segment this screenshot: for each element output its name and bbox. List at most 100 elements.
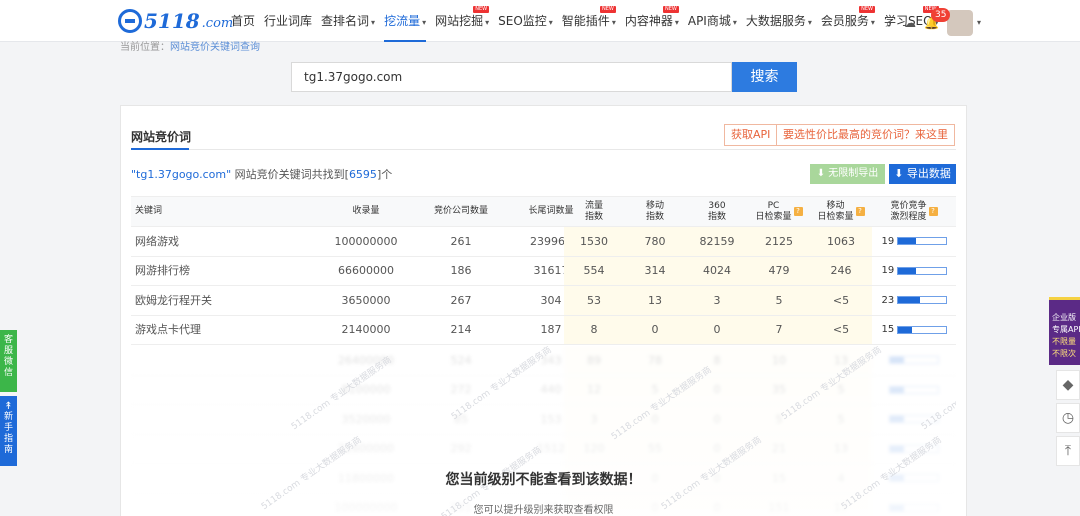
nav-item-label: 会员服务 [820, 14, 869, 28]
compete-bar [896, 237, 947, 246]
cell-value: 314 [644, 264, 666, 278]
cost-effective-promo-button[interactable]: 要选性价比最高的竞价词？来这里 [776, 124, 955, 146]
logo[interactable]: 5118 .com [118, 8, 233, 34]
column-header[interactable]: 360 指数 [686, 197, 748, 226]
column-header-label: 竞价公司数量 [433, 206, 488, 216]
search-button[interactable]: 搜索 [732, 62, 797, 92]
compete-value: 19 [881, 265, 895, 277]
new-badge: NEW [859, 6, 875, 13]
nav-item-0[interactable]: 首页 [231, 0, 255, 42]
table-row: 游戏点卡代理 2140000 214 187 8 0 0 7 <5 15 [131, 315, 956, 345]
chevron-down-icon: ▾ [611, 18, 616, 27]
chevron-down-icon: ▾ [422, 18, 427, 27]
table-cell-kw[interactable]: 欧姆龙行程开关 [131, 286, 301, 315]
cell-value: 267 [450, 293, 472, 307]
column-header[interactable]: 移动 日检索量? [810, 197, 872, 226]
compete-bar-fill [897, 267, 916, 274]
locked-subtitle: 您可以提升级别来获取查看权限 [473, 505, 614, 516]
search-input[interactable] [291, 62, 732, 92]
cell-value: 304 [540, 293, 562, 307]
table-header: 关键词 收录量 竞价公司数量 长尾词数量 流量 指数 移动 指数 360 指数 PC 日检索量… [131, 196, 956, 227]
chevron-down-icon: ▾ [485, 18, 490, 27]
service-wechat-tab[interactable]: 客服微信 [0, 330, 17, 392]
chevron-down-icon: ▾ [732, 18, 737, 27]
nav-item-10[interactable]: 会员服务 ▾ NEW [821, 0, 875, 42]
column-header[interactable]: PC 日检索量? [748, 197, 810, 226]
compete-value: 23 [881, 294, 895, 306]
nav-item-6[interactable]: 智能插件 ▾ NEW [562, 0, 616, 42]
table-row: 欧姆龙行程开关 3650000 267 304 53 13 3 5 <5 23 [131, 286, 956, 316]
nav-item-label: 查排名词 [321, 14, 370, 28]
nav-item-label: 智能插件 [561, 14, 610, 28]
compete-value: 19 [881, 235, 895, 247]
nav-item-1[interactable]: 行业词库 [264, 0, 312, 42]
panel-title: 网站竞价词 [131, 130, 192, 144]
bidding-keywords-panel: 网站竞价词 获取API 要选性价比最高的竞价词？来这里 "tg1.37gogo.… [120, 105, 967, 516]
nav-item-4[interactable]: 网站挖掘 ▾ NEW [435, 0, 490, 42]
enterprise-promo[interactable]: 企业版 专属API 不限量 不限次 [1049, 297, 1080, 365]
chevron-down-icon: ▾ [807, 18, 812, 27]
table-cell-mobile: 0 [624, 315, 686, 344]
unlimited-export-button[interactable]: ⬇ 无限制导出 [810, 164, 885, 184]
table-cell-kw[interactable]: 游戏点卡代理 [131, 316, 301, 345]
help-icon[interactable]: ? [793, 207, 803, 216]
cell-value: 100000000 [334, 234, 398, 248]
table-cell-mobile_daily: 246 [810, 256, 872, 285]
chevron-down-icon: ▾ [674, 18, 679, 27]
main-menu: 首页 行业词库 查排名词 ▾ 挖流量 ▾ 网站挖掘 ▾ NEW SEO监控 ▾ 智能插件 ▾ NEW 内容神… [231, 0, 948, 42]
top-navigation-bar: 5118 .com 首页 行业词库 查排名词 ▾ 挖流量 ▾ 网站挖掘 ▾ NEW SEO监控 ▾ 智… [0, 0, 1080, 42]
table-cell-kw[interactable]: 网游排行榜 [131, 257, 301, 286]
nav-item-9[interactable]: 大数据服务 ▾ [746, 0, 812, 42]
search-icon[interactable]: ⌕ [882, 16, 896, 30]
cell-value: 214 [450, 323, 472, 337]
table-cell-compete: 15 [872, 316, 956, 345]
back-to-top-icon[interactable]: ⤒ [1056, 436, 1080, 466]
nav-item-7[interactable]: 内容神器 ▾ NEW [625, 0, 679, 42]
nav-item-8[interactable]: API商城 ▾ [688, 0, 737, 42]
summary-domain[interactable]: "tg1.37gogo.com" [131, 168, 231, 181]
nav-item-3[interactable]: 挖流量 ▾ [384, 0, 427, 42]
nav-item-2[interactable]: 查排名词 ▾ [321, 0, 375, 42]
cell-value: 261 [450, 234, 472, 248]
cell-value: 554 [583, 264, 605, 278]
breadcrumb-link[interactable]: 网站竞价关键词查询 [170, 42, 260, 53]
column-header[interactable]: 竞价竞争 激烈程度? [872, 197, 956, 226]
compete-bar-fill [897, 297, 920, 304]
help-icon[interactable]: ? [855, 207, 865, 216]
help-icon[interactable]: ? [928, 207, 938, 216]
cell-value: <5 [832, 293, 850, 307]
table-cell-s360: 82159 [686, 227, 748, 256]
table-cell-s360: 0 [686, 315, 748, 344]
chevron-down-icon[interactable]: ▾ [975, 16, 983, 30]
logo-number: 5118 [144, 9, 200, 33]
nav-item-5[interactable]: SEO监控 ▾ [498, 0, 553, 42]
get-api-button[interactable]: 获取API [724, 124, 778, 146]
table-cell-s360: 4024 [686, 256, 748, 285]
cell-value: 欧姆龙行程开关 [135, 293, 212, 307]
table-row: 网络游戏 100000000 261 239967 1530 780 82159 2125 10… [131, 227, 956, 257]
column-header[interactable]: 流量 指数 [564, 197, 624, 226]
bell-icon[interactable]: 🔔 35 [924, 8, 951, 30]
export-data-button[interactable]: ⬇ 导出数据 [889, 164, 956, 184]
nav-item-label: 网站挖掘 [435, 14, 484, 28]
beginner-guide-tab[interactable]: ↟ 新手指南 [0, 396, 17, 466]
cell-value: 5 [775, 293, 783, 307]
compete-bar-group: 19 [882, 265, 947, 276]
clock-icon[interactable]: ◷ [1056, 403, 1080, 433]
column-header[interactable]: 移动 指数 [624, 197, 686, 226]
table-cell-kw[interactable]: 网络游戏 [131, 227, 301, 256]
table-cell-flow: 8 [564, 315, 624, 344]
cell-value: 186 [450, 264, 472, 278]
cloud-download-icon[interactable]: ☁ [903, 16, 917, 30]
avatar[interactable] [947, 10, 973, 36]
column-header[interactable]: 关键词 [131, 197, 301, 226]
beginner-guide-label: 新手指南 [3, 412, 13, 455]
diamond-icon[interactable]: ◆ [1056, 370, 1080, 400]
column-header-label: 关键词 [135, 206, 163, 216]
cell-value: <5 [832, 323, 850, 337]
promo-line-1: 企业版 [1052, 313, 1076, 322]
table-cell-compete: 19 [872, 227, 956, 256]
panel-title-underline [131, 148, 189, 150]
column-header-label: 移动 指数 [645, 200, 664, 222]
new-badge: NEW [473, 6, 490, 13]
